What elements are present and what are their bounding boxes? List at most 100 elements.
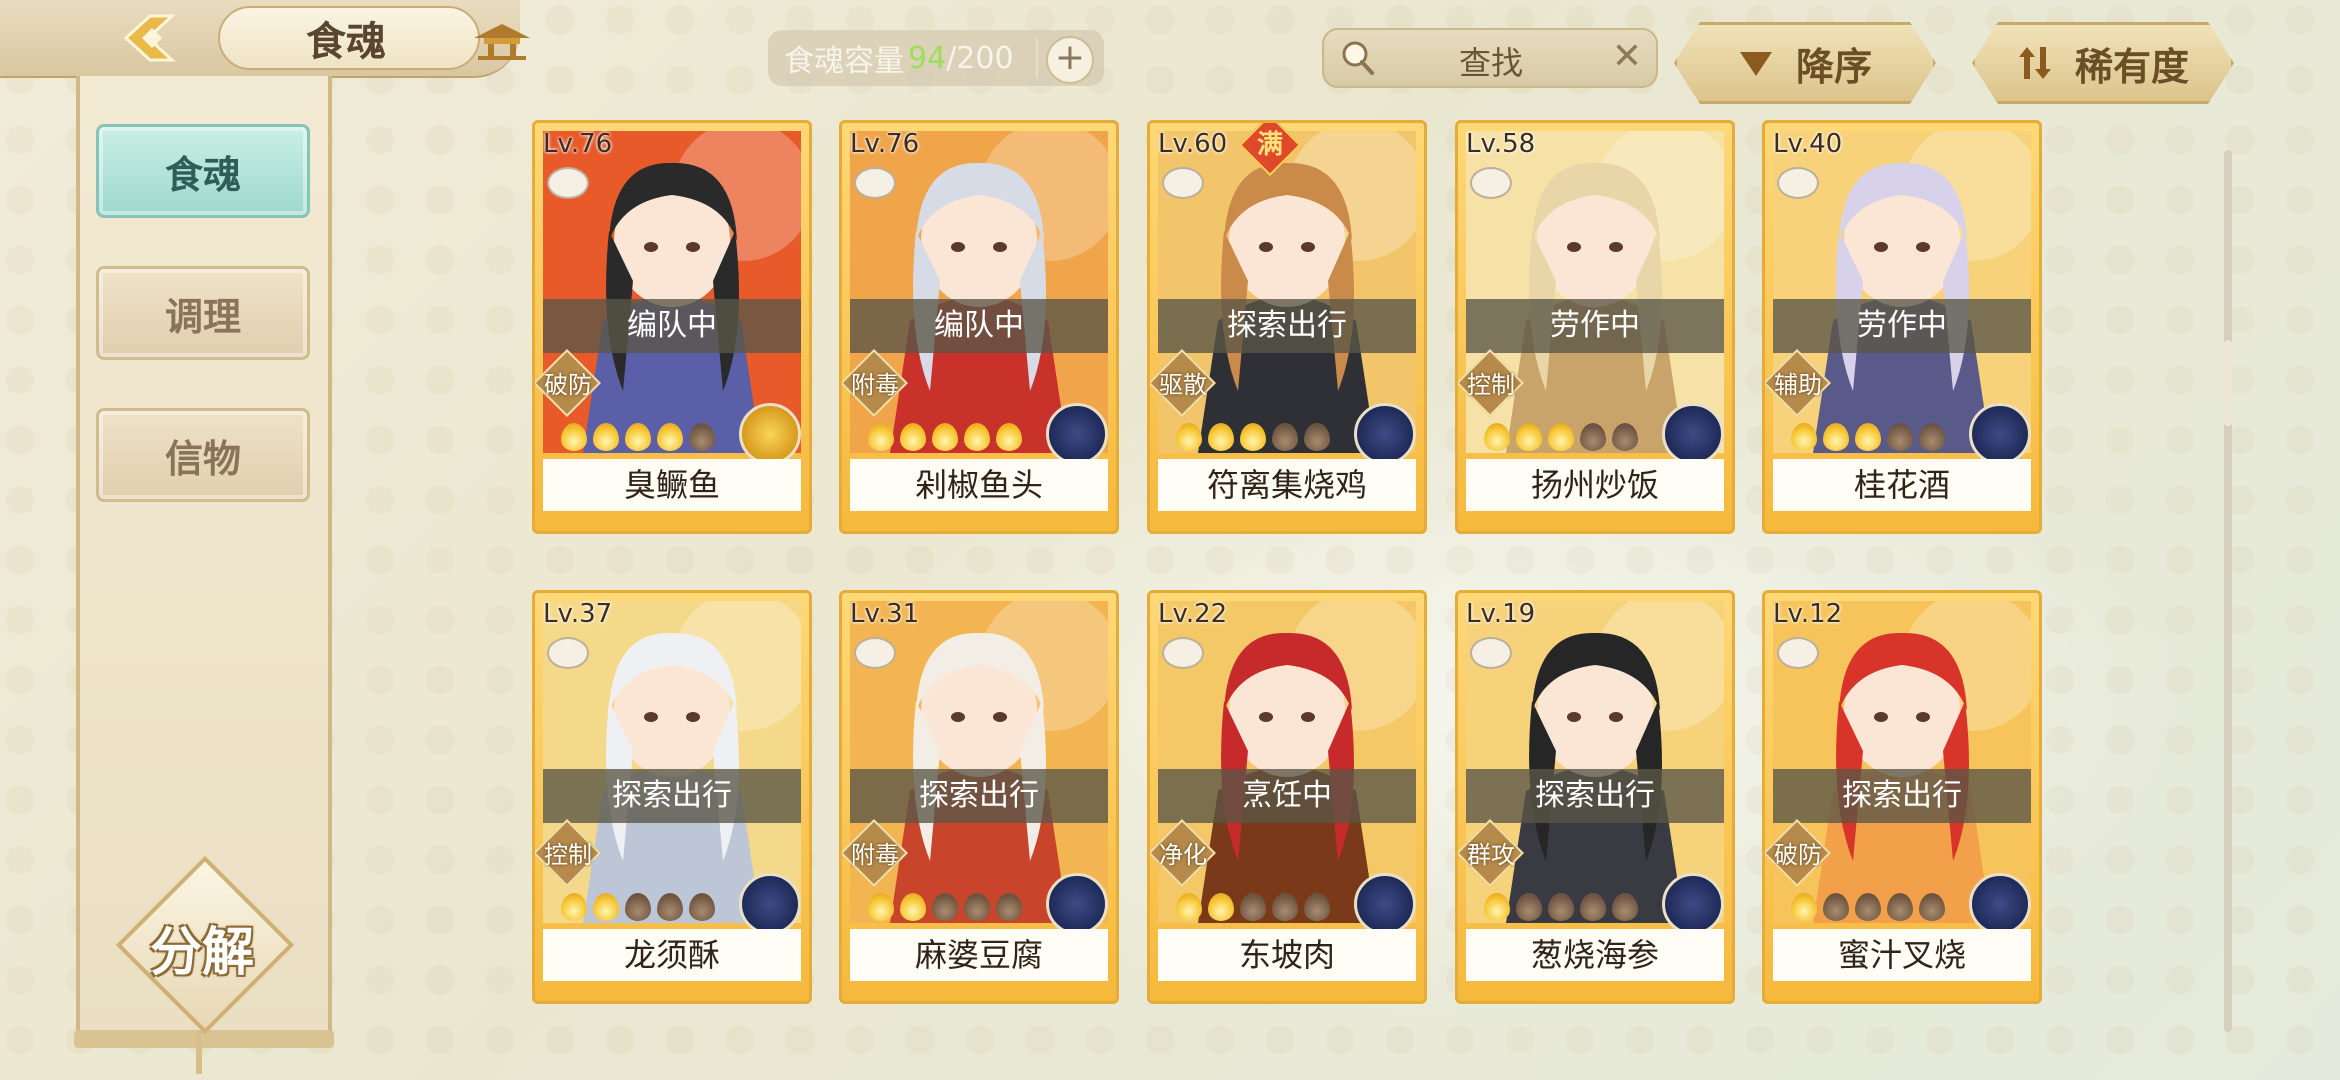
role-label: 控制 [544,841,592,869]
rarity-flames [1484,423,1638,453]
sort-field-button[interactable]: 稀有度 [1972,22,2234,104]
tab-food-souls[interactable]: 食魂 [96,124,310,218]
food-soul-card[interactable]: Lv.19 探索出行 群攻 葱烧海参 [1455,590,1735,1004]
element-emblem-icon [1662,873,1724,935]
page-title: 食魂 [218,6,480,70]
rarity-flame-icon [657,893,683,921]
status-banner: 探索出行 [1158,299,1416,353]
role-label: 附毒 [851,371,899,399]
element-emblem-icon [1969,873,2031,935]
rarity-flames [1176,893,1330,923]
rarity-flame-icon [1208,893,1234,921]
rarity-flame-icon [1548,893,1574,921]
food-soul-card[interactable]: Lv.60 满探索出行 驱散 符离集烧鸡 [1147,120,1427,534]
rarity-flame-icon [900,423,926,451]
rarity-flame-icon [996,423,1022,451]
food-soul-card[interactable]: Lv.31 探索出行 附毒 麻婆豆腐 [839,590,1119,1004]
element-emblem-icon [739,873,801,935]
level-label: Lv.22 [1158,599,1228,629]
status-banner: 劳作中 [1773,299,2031,353]
element-emblem-icon [1662,403,1724,465]
rarity-flames [1791,423,1945,453]
rarity-flame-icon [1612,893,1638,921]
rarity-flame-icon [1240,423,1266,451]
scrollbar-track[interactable] [2224,150,2232,1032]
rarity-flames [1176,423,1330,453]
rarity-flame-icon [1919,893,1945,921]
level-label: Lv.19 [1466,599,1536,629]
rarity-flame-icon [1612,423,1638,451]
rarity-flame-icon [1791,893,1817,921]
level-label: Lv.76 [543,129,613,159]
food-soul-name: 扬州炒饭 [1466,459,1724,511]
food-soul-name: 龙须酥 [543,929,801,981]
rarity-flames [561,893,715,923]
rarity-flame-icon [1208,423,1234,451]
rarity-flame-icon [964,423,990,451]
rarity-flame-icon [932,423,958,451]
rarity-flame-icon [1516,423,1542,451]
food-soul-name: 剁椒鱼头 [850,459,1108,511]
capacity-label: 食魂容量 [784,44,904,79]
rarity-flame-icon [1176,893,1202,921]
food-soul-card[interactable]: Lv.22 烹饪中 净化 东坡肉 [1147,590,1427,1004]
speech-bubble-icon [547,637,589,669]
role-label: 破防 [544,371,592,399]
rarity-flame-icon [1176,423,1202,451]
sort-order-label: 降序 [1795,44,1872,89]
food-soul-name: 臭鳜鱼 [543,459,801,511]
rarity-flame-icon [1516,893,1542,921]
scrollbar-thumb[interactable] [2224,340,2232,426]
header-banner: 食魂 [0,0,520,78]
sort-order-button[interactable]: 降序 [1674,22,1936,104]
rarity-flame-icon [1272,893,1298,921]
level-label: Lv.31 [850,599,920,629]
rarity-flame-icon [1887,893,1913,921]
tab-conditioning[interactable]: 调理 [96,266,310,360]
role-badge: 控制 [1458,349,1524,417]
food-soul-card[interactable]: Lv.40 劳作中 辅助 桂花酒 [1762,120,2042,534]
food-soul-card[interactable]: Lv.12 探索出行 破防 蜜汁叉烧 [1762,590,2042,1004]
food-soul-name: 东坡肉 [1158,929,1416,981]
divider [1036,38,1038,78]
add-capacity-button[interactable]: + [1046,36,1094,84]
status-banner: 探索出行 [543,769,801,823]
role-badge: 净化 [1150,819,1216,887]
rarity-flame-icon [1823,423,1849,451]
level-label: Lv.40 [1773,129,1843,159]
pavilion-icon[interactable] [470,18,534,62]
rarity-flames [1484,893,1638,923]
rarity-flame-icon [1548,423,1574,451]
rarity-flame-icon [996,893,1022,921]
max-level-label: 满 [1256,129,1284,160]
role-badge: 驱散 [1150,349,1216,417]
decompose-button[interactable]: 分解 [115,855,295,1035]
role-badge: 破防 [535,349,601,417]
level-label: Lv.58 [1466,129,1536,159]
element-emblem-icon [1046,873,1108,935]
clear-icon[interactable]: ✕ [1612,36,1642,77]
rarity-flame-icon [593,423,619,451]
food-soul-name: 蜜汁叉烧 [1773,929,2031,981]
speech-bubble-icon [547,167,589,199]
role-badge: 附毒 [842,819,908,887]
food-soul-card[interactable]: Lv.58 劳作中 控制扬州炒饭 [1455,120,1735,534]
food-soul-card[interactable]: Lv.76 编队中 附毒 剁椒鱼头 [839,120,1119,534]
rarity-flame-icon [1580,893,1606,921]
rarity-flame-icon [868,893,894,921]
rarity-flame-icon [1304,893,1330,921]
tab-tokens[interactable]: 信物 [96,408,310,502]
speech-bubble-icon [1162,167,1204,199]
element-emblem-icon [1969,403,2031,465]
status-banner: 劳作中 [1466,299,1724,353]
sort-field-label: 稀有度 [2074,44,2189,89]
rarity-flames [561,423,715,453]
role-badge: 破防 [1765,819,1831,887]
search-input[interactable]: 查找 ✕ [1322,28,1658,88]
food-soul-card[interactable]: Lv.37 探索出行 控制 龙须酥 [532,590,812,1004]
back-button[interactable] [120,12,178,64]
food-soul-card[interactable]: Lv.76 编队中 破防 臭鳜鱼 [532,120,812,534]
capacity-display: 食魂容量 94 /200 + [768,30,1104,86]
role-label: 附毒 [851,841,899,869]
search-placeholder: 查找 [1459,44,1524,82]
